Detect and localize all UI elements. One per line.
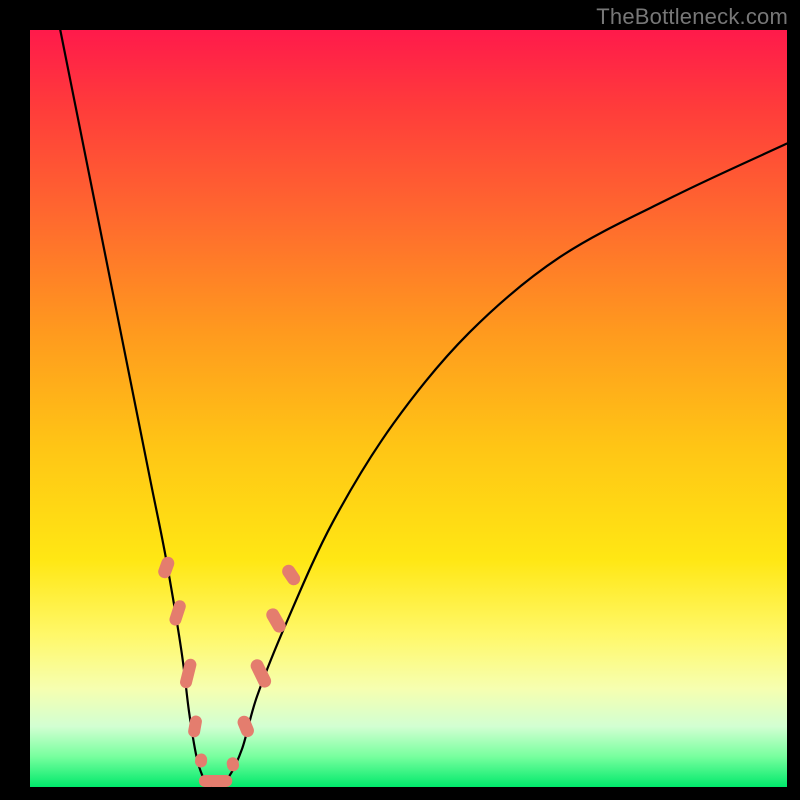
marker xyxy=(280,562,303,588)
marker xyxy=(156,555,176,580)
marker xyxy=(179,657,198,689)
bottleneck-curve xyxy=(60,30,787,787)
marker xyxy=(206,775,232,787)
marker xyxy=(236,714,256,739)
curve-markers xyxy=(156,555,302,787)
watermark-text: TheBottleneck.com xyxy=(596,4,788,30)
plot-area xyxy=(30,30,787,787)
curve-svg xyxy=(30,30,787,787)
chart-frame: TheBottleneck.com xyxy=(0,0,800,800)
marker xyxy=(264,606,288,635)
marker xyxy=(168,599,187,627)
